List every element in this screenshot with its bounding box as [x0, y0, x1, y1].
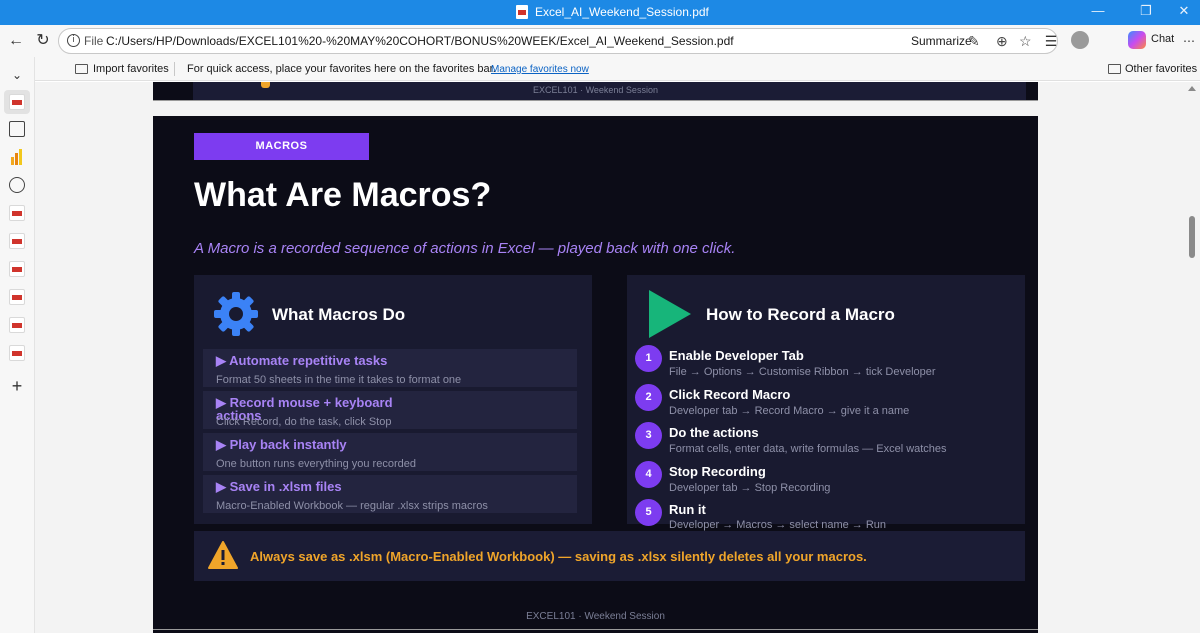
step-title: Enable Developer Tab [669, 348, 804, 363]
feature-heading: ▶ Play back instantly [216, 437, 347, 452]
summarize-icon[interactable]: ✎ [968, 33, 980, 50]
tab-globe-icon[interactable] [9, 177, 25, 193]
tab-pdf-icon[interactable] [9, 317, 25, 333]
pdf-file-icon [516, 5, 528, 19]
more-menu-icon[interactable]: ⋯ [1178, 30, 1200, 52]
warning-text: Always save as .xlsm (Macro-Enabled Work… [250, 549, 867, 564]
profile-avatar[interactable] [1071, 31, 1089, 49]
step-number: 3 [635, 422, 662, 449]
tab-pdf-icon[interactable] [9, 289, 25, 305]
list-item: ▶ Record mouse + keyboard actions Click … [203, 391, 577, 429]
collapse-tabs-icon[interactable]: ⌄ [6, 64, 28, 86]
tab-page-icon[interactable] [9, 121, 25, 137]
step-description: Developer tab → Record Macro → give it a… [669, 405, 910, 417]
step-title: Run it [669, 502, 706, 517]
tab-pdf-icon[interactable] [9, 261, 25, 277]
vertical-scrollbar[interactable] [1185, 82, 1200, 633]
scroll-up-arrow-icon[interactable] [1188, 86, 1196, 91]
step-description: Developer tab → Stop Recording [669, 482, 831, 494]
feature-description: One button runs everything you recorded [216, 458, 416, 470]
maximize-button[interactable]: ❐ [1136, 3, 1156, 19]
scheme-label: File [84, 34, 104, 48]
list-item: ▶ Automate repetitive tasks Format 50 sh… [203, 349, 577, 387]
favorites-bar: Import favorites For quick access, place… [35, 57, 1200, 81]
close-button[interactable]: ✕ [1174, 3, 1194, 19]
back-arrow-icon[interactable]: ← [5, 30, 27, 52]
info-icon[interactable]: i [67, 34, 80, 47]
what-macros-do-card: What Macros Do ▶ Automate repetitive tas… [194, 275, 592, 524]
address-bar: ← ↻ i File C:/Users/HP/Downloads/EXCEL10… [0, 25, 1200, 57]
favorites-list-icon[interactable]: ☰ [1040, 30, 1062, 52]
favorites-hint: For quick access, place your favorites h… [187, 63, 496, 75]
page-bottom-edge [153, 629, 1038, 630]
url-text[interactable]: C:/Users/HP/Downloads/EXCEL101%20-%20MAY… [106, 34, 734, 48]
feature-heading: ▶ Automate repetitive tasks [216, 353, 388, 368]
favorite-star-icon[interactable]: ☆ [1019, 33, 1032, 50]
url-omnibox[interactable]: i File C:/Users/HP/Downloads/EXCEL101%20… [58, 28, 1058, 54]
step-description: Developer → Macros → select name → Run [669, 519, 887, 531]
slide-subtitle: A Macro is a recorded sequence of action… [194, 240, 736, 257]
page-gap [153, 100, 1038, 116]
window-title: Excel_AI_Weekend_Session.pdf [535, 5, 709, 19]
manage-favorites-link[interactable]: Manage favorites now [491, 64, 589, 75]
tab-pdf-icon[interactable] [9, 94, 25, 110]
gear-icon [214, 292, 258, 336]
page-footer: EXCEL101 · Weekend Session [526, 611, 665, 622]
step-number: 2 [635, 384, 662, 411]
step-number: 1 [635, 345, 662, 372]
scrollbar-thumb[interactable] [1189, 216, 1195, 258]
list-item: ▶ Play back instantly One button runs ev… [203, 433, 577, 471]
import-favorites-button[interactable]: Import favorites [93, 63, 169, 75]
other-favorites-folder-icon[interactable] [1108, 64, 1121, 74]
favorites-divider [174, 62, 175, 76]
vertical-tab-sidebar: ⌄ + [0, 57, 35, 633]
list-item: ▶ Save in .xlsm files Macro-Enabled Work… [203, 475, 577, 513]
zoom-icon[interactable]: ⊕ [996, 33, 1008, 50]
feature-description: Format 50 sheets in the time it takes to… [216, 374, 462, 386]
window-titlebar: Excel_AI_Weekend_Session.pdf — ❐ ✕ [0, 0, 1200, 25]
refresh-icon[interactable]: ↻ [32, 30, 54, 52]
step-title: Do the actions [669, 425, 759, 440]
tab-chart-icon[interactable] [9, 149, 25, 165]
chat-button[interactable]: Chat [1151, 33, 1174, 45]
step-number: 5 [635, 499, 662, 526]
tab-pdf-icon[interactable] [9, 205, 25, 221]
previous-page-footer: EXCEL101 · Weekend Session [533, 85, 658, 95]
how-to-record-card: How to Record a Macro 1 Enable Developer… [627, 275, 1025, 531]
import-icon[interactable] [75, 64, 88, 74]
play-icon [649, 290, 691, 338]
new-tab-icon[interactable]: + [6, 375, 28, 397]
slide-title: What Are Macros? [194, 176, 492, 214]
other-favorites-button[interactable]: Other favorites [1125, 63, 1197, 75]
previous-pdf-page: EXCEL101 · Weekend Session [153, 82, 1038, 100]
summarize-button[interactable]: Summarize [911, 34, 972, 48]
feature-heading: ▶ Save in .xlsm files [216, 479, 342, 494]
minimize-button[interactable]: — [1088, 3, 1108, 18]
copilot-icon[interactable] [1128, 31, 1146, 49]
step-description: Format cells, enter data, write formulas… [669, 443, 947, 455]
warning-icon [208, 541, 238, 569]
section-badge: MACROS [194, 133, 369, 160]
pdf-page: MACROS What Are Macros? A Macro is a rec… [153, 116, 1038, 633]
tab-pdf-icon[interactable] [9, 345, 25, 361]
feature-description: Click Record, do the task, click Stop [216, 416, 392, 428]
step-number: 4 [635, 461, 662, 488]
tab-pdf-icon[interactable] [9, 233, 25, 249]
feature-description: Macro-Enabled Workbook — regular .xlsx s… [216, 500, 488, 512]
warning-callout: Always save as .xlsm (Macro-Enabled Work… [194, 531, 1025, 581]
card-title: What Macros Do [272, 305, 406, 324]
step-title: Click Record Macro [669, 387, 791, 402]
step-description: File → Options → Customise Ribbon → tick… [669, 366, 936, 378]
card-title: How to Record a Macro [706, 305, 895, 324]
step-title: Stop Recording [669, 464, 766, 479]
